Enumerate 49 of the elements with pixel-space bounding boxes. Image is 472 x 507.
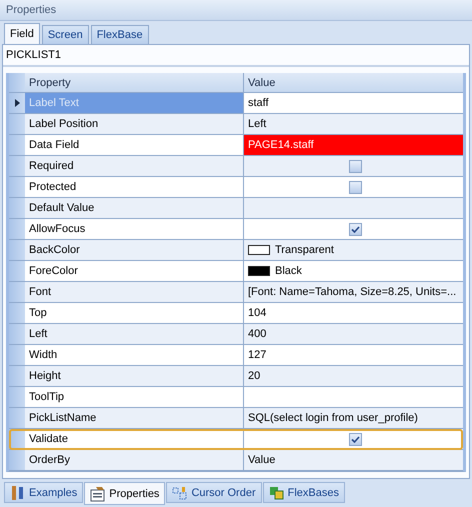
row-header [9, 198, 25, 219]
property-name[interactable]: OrderBy [25, 450, 244, 471]
row-header [9, 261, 25, 282]
tab[interactable]: Screen [42, 25, 89, 44]
checkbox[interactable] [349, 432, 362, 446]
tab[interactable]: FlexBases [262, 482, 345, 503]
row-header [9, 408, 25, 429]
property-value[interactable]: 20 [248, 370, 260, 382]
row-header [9, 387, 25, 408]
tab[interactable]: Properties [84, 482, 166, 505]
tab[interactable]: Examples [4, 482, 84, 503]
row-header [9, 450, 25, 471]
property-value[interactable]: 104 [248, 307, 266, 319]
checkbox[interactable] [349, 222, 362, 236]
property-value[interactable]: staff [248, 97, 269, 109]
current-row-icon [14, 99, 20, 107]
property-value[interactable]: Black [275, 265, 302, 277]
row-header [9, 324, 25, 345]
property-value[interactable]: [Font: Name=Tahoma, Size=8.25, Units=... [248, 286, 456, 298]
property-value[interactable]: 400 [248, 328, 266, 340]
focused-row[interactable]: Validate [9, 429, 463, 450]
property-value[interactable]: PAGE14.staff [248, 139, 314, 151]
stacked-boxes-icon [268, 484, 284, 500]
checkbox[interactable] [349, 180, 362, 194]
row-header [9, 282, 25, 303]
property-value[interactable]: Value [248, 454, 276, 466]
row-header [9, 177, 25, 198]
check-icon [351, 436, 360, 442]
row-header [9, 156, 25, 177]
object-name: PICKLIST1 [3, 45, 469, 67]
row-header [9, 429, 25, 450]
panel-title: Properties [0, 0, 472, 21]
property-value[interactable]: Transparent [275, 244, 334, 256]
tab[interactable]: Cursor Order [166, 482, 262, 503]
row-header [9, 345, 25, 366]
property-value[interactable]: SQL(select login from user_profile) [248, 412, 418, 424]
form-icon [90, 486, 106, 502]
row-header [9, 135, 25, 156]
tab[interactable]: Field [4, 23, 40, 44]
property-value[interactable]: Left [248, 118, 266, 130]
tab[interactable]: FlexBase [90, 25, 149, 44]
row-header [9, 219, 25, 240]
property-value[interactable]: 127 [248, 349, 266, 361]
check-icon [351, 226, 360, 232]
dotted-boxes-icon [172, 484, 188, 500]
checkbox[interactable] [349, 160, 362, 172]
row-header [9, 303, 25, 324]
row-header [9, 240, 25, 261]
row-header [9, 366, 25, 387]
